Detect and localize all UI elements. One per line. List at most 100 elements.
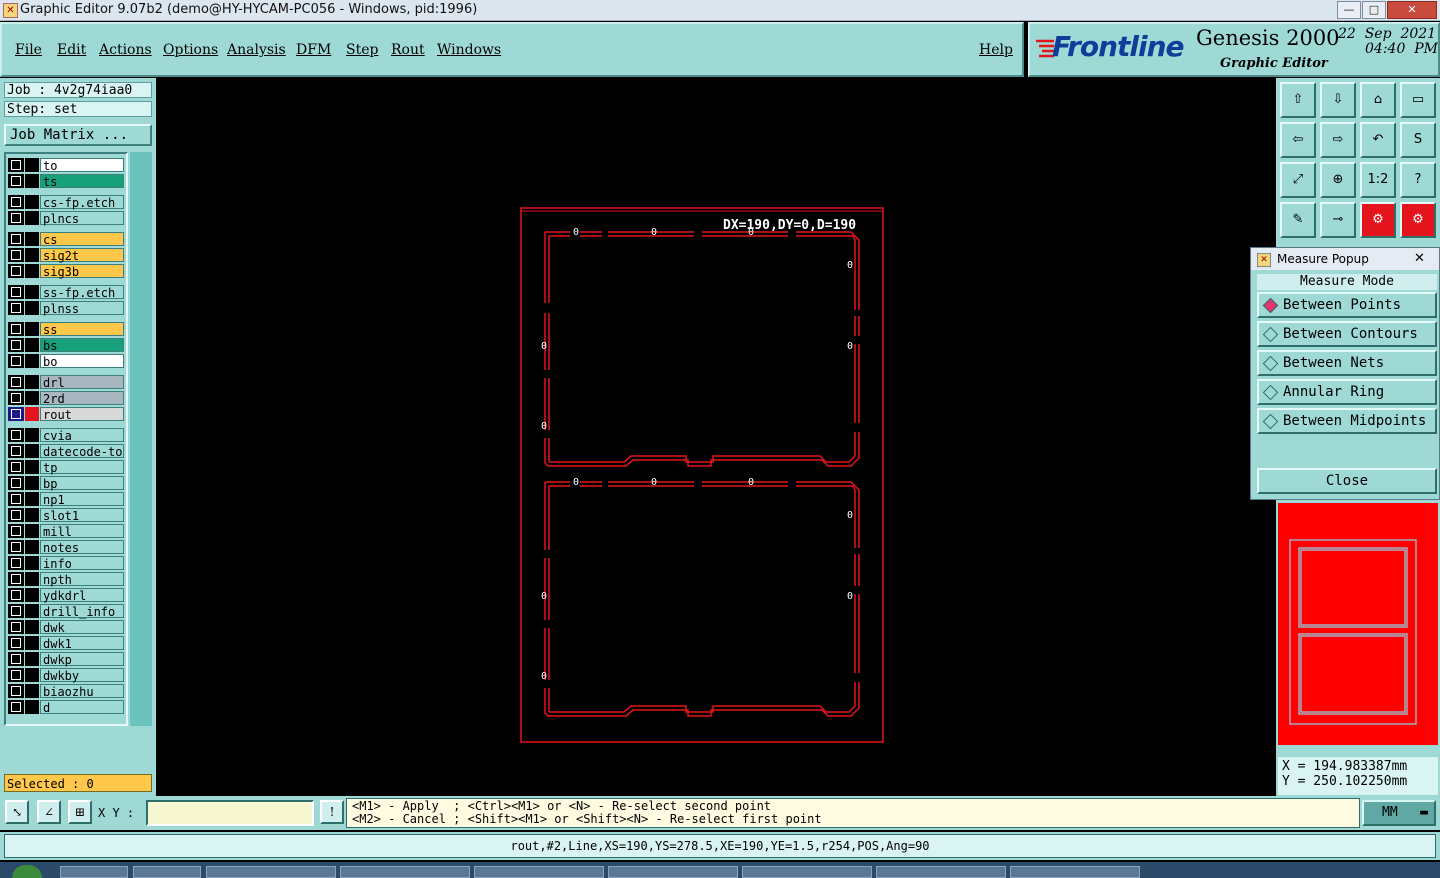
layer-checkbox[interactable] bbox=[8, 476, 24, 490]
layer-name[interactable]: dwkby bbox=[40, 668, 124, 683]
close-window-button[interactable]: ✕ bbox=[1387, 1, 1437, 19]
redo-icon[interactable]: ⇨ bbox=[1320, 122, 1356, 158]
menu-actions[interactable]: Actions bbox=[99, 42, 152, 58]
layer-checkbox[interactable] bbox=[8, 636, 24, 650]
layer-checkbox[interactable] bbox=[8, 684, 24, 698]
layer-checkbox[interactable] bbox=[8, 620, 24, 634]
layer-checkbox[interactable] bbox=[8, 338, 24, 352]
layer-checkbox[interactable] bbox=[8, 444, 24, 458]
layer-name[interactable]: ss bbox=[40, 322, 124, 337]
layer-name[interactable]: cvia bbox=[40, 428, 124, 443]
zoom-fit-icon[interactable]: ↶ bbox=[1360, 122, 1396, 158]
start-button-icon[interactable] bbox=[12, 865, 42, 878]
menu-step[interactable]: Step bbox=[346, 42, 378, 58]
menu-analysis[interactable]: Analysis bbox=[227, 42, 286, 58]
menu-edit[interactable]: Edit bbox=[57, 42, 86, 58]
undo-icon[interactable]: ⇦ bbox=[1280, 122, 1316, 158]
graphics-canvas[interactable]: 000 00 00 000 00 00 DX=190,DY=0,D=190 bbox=[156, 78, 1276, 796]
layer-checkbox[interactable] bbox=[8, 668, 24, 682]
minimize-button[interactable]: — bbox=[1337, 1, 1361, 19]
layer-name[interactable]: plnss bbox=[40, 301, 124, 316]
open-icon[interactable]: ⇩ bbox=[1320, 82, 1356, 118]
prev-icon[interactable]: ▭ bbox=[1400, 82, 1436, 118]
measure-icon[interactable]: ✎ bbox=[1280, 202, 1316, 238]
zoom-in-icon[interactable]: ⤢ bbox=[1280, 162, 1316, 198]
layer-name[interactable]: dwkp bbox=[40, 652, 124, 667]
layer-name[interactable]: dwk bbox=[40, 620, 124, 635]
layer-checkbox[interactable] bbox=[8, 301, 24, 315]
layer-checkbox[interactable] bbox=[8, 354, 24, 368]
layer-name[interactable]: sig3b bbox=[40, 264, 124, 279]
job-matrix-button[interactable]: Job Matrix ... bbox=[4, 124, 152, 146]
layer-name[interactable]: cs bbox=[40, 232, 124, 247]
layer-checkbox[interactable] bbox=[8, 375, 24, 389]
taskbar-item[interactable] bbox=[133, 866, 201, 878]
taskbar-item[interactable] bbox=[1010, 866, 1140, 878]
menu-windows[interactable]: Windows bbox=[437, 42, 501, 58]
layer-checkbox[interactable] bbox=[8, 158, 24, 172]
menu-rout[interactable]: Rout bbox=[391, 42, 425, 58]
layer-name[interactable]: dwk1 bbox=[40, 636, 124, 651]
taskbar-item[interactable] bbox=[474, 866, 604, 878]
layer-checkbox[interactable] bbox=[8, 428, 24, 442]
taskbar-item[interactable] bbox=[876, 866, 1006, 878]
zoom-home-icon[interactable]: S bbox=[1400, 122, 1436, 158]
menu-options[interactable]: Options bbox=[163, 42, 218, 58]
layer-name[interactable]: ydkdrl bbox=[40, 588, 124, 603]
layer-name[interactable]: np1 bbox=[40, 492, 124, 507]
units-selector[interactable]: MM ▬ bbox=[1362, 800, 1436, 826]
color-icon[interactable]: ⚙ bbox=[1360, 202, 1396, 238]
layer-name[interactable]: bp bbox=[40, 476, 124, 491]
layer-checkbox[interactable] bbox=[8, 572, 24, 586]
layer-name[interactable]: slot1 bbox=[40, 508, 124, 523]
layer-name[interactable]: mill bbox=[40, 524, 124, 539]
layer-name[interactable]: ss-fp.etch bbox=[40, 285, 124, 300]
layer-name[interactable]: datecode-to bbox=[40, 444, 124, 459]
measure-option-between-nets[interactable]: Between Nets bbox=[1257, 350, 1437, 376]
layer-checkbox[interactable] bbox=[8, 391, 24, 405]
grid-icon[interactable]: ⊞ bbox=[68, 800, 92, 824]
layer-checkbox[interactable] bbox=[8, 492, 24, 506]
help-icon[interactable]: ? bbox=[1400, 162, 1436, 198]
taskbar-item[interactable] bbox=[742, 866, 872, 878]
menu-file[interactable]: File bbox=[15, 42, 42, 58]
layer-checkbox[interactable] bbox=[8, 407, 24, 421]
layer-name[interactable]: drill_info bbox=[40, 604, 124, 619]
layer-name[interactable]: bs bbox=[40, 338, 124, 353]
measure-option-between-midpoints[interactable]: Between Midpoints bbox=[1257, 408, 1437, 434]
layer-checkbox[interactable] bbox=[8, 264, 24, 278]
maximize-button[interactable]: □ bbox=[1362, 1, 1386, 19]
measure-option-between-points[interactable]: Between Points bbox=[1257, 292, 1437, 318]
taskbar-item[interactable] bbox=[206, 866, 336, 878]
popup-close-icon[interactable]: ✕ bbox=[1414, 248, 1425, 270]
menu-help[interactable]: Help bbox=[979, 42, 1013, 58]
measure-option-annular-ring[interactable]: Annular Ring bbox=[1257, 379, 1437, 405]
measure-option-between-contours[interactable]: Between Contours bbox=[1257, 321, 1437, 347]
layer-checkbox[interactable] bbox=[8, 700, 24, 714]
layer-checkbox[interactable] bbox=[8, 174, 24, 188]
alert-icon[interactable]: ! bbox=[320, 800, 344, 824]
layer-name[interactable]: biaozhu bbox=[40, 684, 124, 699]
layer-name[interactable]: bo bbox=[40, 354, 124, 369]
layer-list-scrollbar[interactable] bbox=[130, 152, 152, 726]
layer-checkbox[interactable] bbox=[8, 285, 24, 299]
layer-name[interactable]: cs-fp.etch bbox=[40, 195, 124, 210]
layer-checkbox[interactable] bbox=[8, 460, 24, 474]
layer-checkbox[interactable] bbox=[8, 232, 24, 246]
next-icon[interactable]: ⌂ bbox=[1360, 82, 1396, 118]
layer-name[interactable]: notes bbox=[40, 540, 124, 555]
taskbar-item[interactable] bbox=[608, 866, 738, 878]
layer-name[interactable]: tp bbox=[40, 460, 124, 475]
layer-name[interactable]: rout bbox=[40, 407, 124, 422]
measure-close-button[interactable]: Close bbox=[1257, 468, 1437, 494]
home-icon[interactable]: ⇧ bbox=[1280, 82, 1316, 118]
taskbar-item[interactable] bbox=[340, 866, 470, 878]
layer-name[interactable]: to bbox=[40, 158, 124, 173]
layer-name[interactable]: plncs bbox=[40, 211, 124, 226]
layer-checkbox[interactable] bbox=[8, 195, 24, 209]
xy-input[interactable] bbox=[146, 800, 314, 826]
overview-minimap[interactable] bbox=[1278, 503, 1438, 745]
layer-checkbox[interactable] bbox=[8, 524, 24, 538]
layer-checkbox[interactable] bbox=[8, 322, 24, 336]
layer-checkbox[interactable] bbox=[8, 652, 24, 666]
